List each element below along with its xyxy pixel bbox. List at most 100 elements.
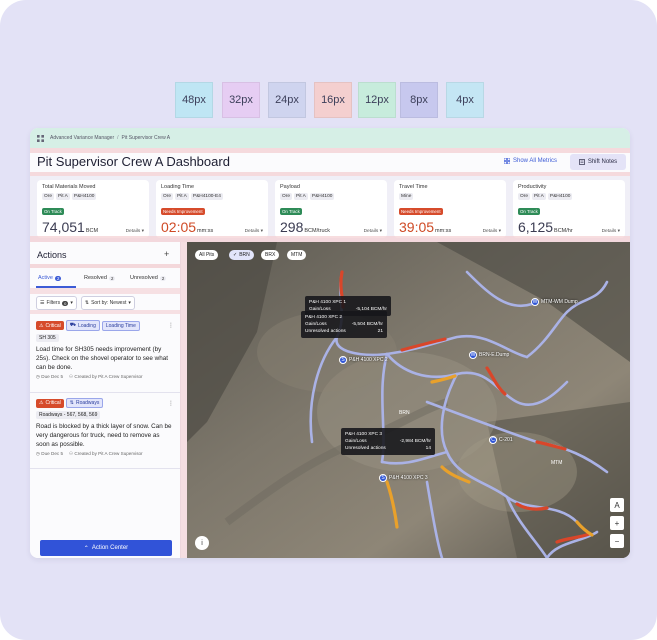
more-options-icon[interactable]: ⋮ [168,322,174,329]
status-badge: On Track [42,208,64,215]
details-dropdown[interactable]: Details ▾ [364,229,382,234]
shovel-marker[interactable]: S [379,474,387,482]
action-card[interactable]: ⚠ Critical ⇅ Roadways ⋮ Roadways - 567, 56… [36,398,174,457]
tab-unresolved[interactable]: Unresolved 2 [130,275,167,281]
tag: P&H4100 [547,193,573,200]
pit-filter-brn[interactable]: ✓ BRN [229,250,254,260]
chevron-down-icon: ▾ [128,300,131,306]
metric-card-travel-time[interactable]: Travel Time Mine Needs Improvement 39:05… [394,180,506,238]
metric-card-loading-time[interactable]: Loading Time Ore Pit A P&H4100-E4 Needs … [156,180,268,238]
metric-value: 6,125 [518,219,554,235]
action-center-button[interactable]: ⌃ Action Center [40,540,172,556]
due-date: ◷ Due Dec 5 [36,374,64,379]
spacing-chip-48: 48px [175,82,213,118]
breadcrumb: Advanced Variance Manager / Pit Supervis… [30,128,630,148]
breadcrumb-root[interactable]: Advanced Variance Manager [50,135,114,141]
metric-card-payload[interactable]: Payload Ore Pit A P&H4100 On Track 298BC… [275,180,387,238]
pit-filter-mtm[interactable]: MTM [287,250,307,260]
warning-icon: ⚠ [39,400,44,406]
marker-label: BRN-E.Dump [479,352,510,358]
truck-icon: ⛟ [69,322,77,328]
warning-icon: ⚠ [39,322,44,329]
metric-value: 02:05 [161,219,197,235]
metric-title: Travel Time [399,184,428,190]
tag: Pit A [56,193,70,200]
metric-card-total-materials[interactable]: Total Materials Moved Ore Pit A P&H4100 … [37,180,149,238]
metric-value: 298 [280,219,304,235]
chevrons-up-icon: ⌃ [83,545,89,552]
category-tag: ⇅ Roadways [65,398,104,408]
zoom-out-button[interactable]: − [610,534,624,548]
metric-title: Payload [280,184,300,190]
road-icon: ⇅ [69,400,74,406]
spacing-band [30,264,180,268]
tag: Pit A [532,193,546,200]
filter-icon: ☰ [40,300,45,306]
pit-filter-all[interactable]: All Pits [195,250,219,260]
zoom-in-button[interactable]: + [610,516,624,530]
shift-notes-label: Shift Notes [587,159,618,165]
compass-button[interactable]: A [610,498,624,512]
divider [30,392,180,393]
mine-map[interactable]: BRN MTM All Pits ✓ BRN BRX MTM P&H 4100 X… [187,242,630,558]
spacing-chip-32: 32px [222,82,260,118]
show-all-metrics-link[interactable]: Show All Metrics [504,158,557,164]
tab-count: 2 [54,275,62,281]
details-dropdown[interactable]: Details ▾ [126,229,144,234]
shovel-popup-3[interactable]: P&H 4100 XPC 3 Gain/Loss -2,984 BCM/hr Un… [341,428,435,455]
details-dropdown[interactable]: Details ▾ [602,229,620,234]
crusher-marker[interactable]: C [489,436,497,444]
more-options-icon[interactable]: ⋮ [168,400,174,407]
tab-resolved[interactable]: Resolved 2 [84,275,116,281]
apps-grid-icon[interactable] [37,134,44,142]
add-action-button[interactable]: + [164,249,169,259]
tab-active[interactable]: Active 2 [38,275,62,281]
details-dropdown[interactable]: Details ▾ [483,229,501,234]
card-description: Load time for SH305 needs improvement (b… [36,346,168,371]
dump-marker[interactable]: W [469,351,477,359]
shovel-marker[interactable]: S [339,356,347,364]
metric-tags: Mine [399,193,501,200]
tag: Pit A [175,193,189,200]
status-badge: Needs Improvement [161,208,205,215]
tag: Mine [399,193,414,200]
metric-card-productivity[interactable]: Productivity Ore Pit A P&H4100 On Track … [513,180,625,238]
breadcrumb-current: Pit Supervisor Crew A [121,135,171,141]
filters-button[interactable]: ☰ Filters 0 ▾ [36,296,77,310]
details-dropdown[interactable]: Details ▾ [245,229,263,234]
dashboard-window: Advanced Variance Manager / Pit Supervis… [30,128,630,558]
action-card[interactable]: ⚠ Critical ⛟ Loading Loading Time ⋮ SH 305… [36,320,174,380]
spacing-chip-12: 12px [358,82,396,118]
popup-title: P&H 4100 XPC 1 [309,300,347,305]
info-icon[interactable]: i [195,536,209,550]
filter-row: ☰ Filters 0 ▾ ⇅ Sort by: Newest ▾ [36,296,135,310]
pit-filter-brx[interactable]: BRX [261,250,280,260]
marker-label: C-201 [499,437,513,443]
metric-title: Loading Time [161,184,195,190]
spacing-chip-4: 4px [446,82,484,118]
spacing-band [30,288,180,294]
clock-icon: ◷ [36,451,41,456]
actions-title: Actions [37,250,67,260]
severity-badge: ⚠ Critical [36,321,64,330]
notes-icon [578,159,585,165]
created-by: ⚇ Created by Pit A Crew Supervisor [69,451,143,456]
metric-title: Productivity [518,184,547,190]
sort-dropdown[interactable]: ⇅ Sort by: Newest ▾ [80,296,135,310]
marker-label: P&H 4100 XPC 3 [389,475,428,481]
spacing-band [30,310,180,314]
tab-count: 2 [159,275,167,281]
area-label-brn: BRN [399,410,410,416]
shovel-popup-2[interactable]: P&H 4100 XPC 2 Gain/Loss -5,504 BCM/hr Un… [301,311,387,338]
dump-marker[interactable]: W [531,298,539,306]
metric-tags: Ore Pit A P&H4100 [518,193,620,200]
spacing-chip-16: 16px [314,82,352,118]
metric-tags: Ore Pit A P&H4100-E4 [161,193,263,200]
area-label-mtm: MTM [551,460,562,466]
tag: Ore [161,193,173,200]
shift-notes-button[interactable]: Shift Notes [570,154,626,170]
metric-value: 39:05 [399,219,435,235]
breadcrumb-separator: / [117,135,119,141]
sort-icon: ⇅ [84,300,90,306]
metric-unit: BCM/hr [554,228,573,234]
